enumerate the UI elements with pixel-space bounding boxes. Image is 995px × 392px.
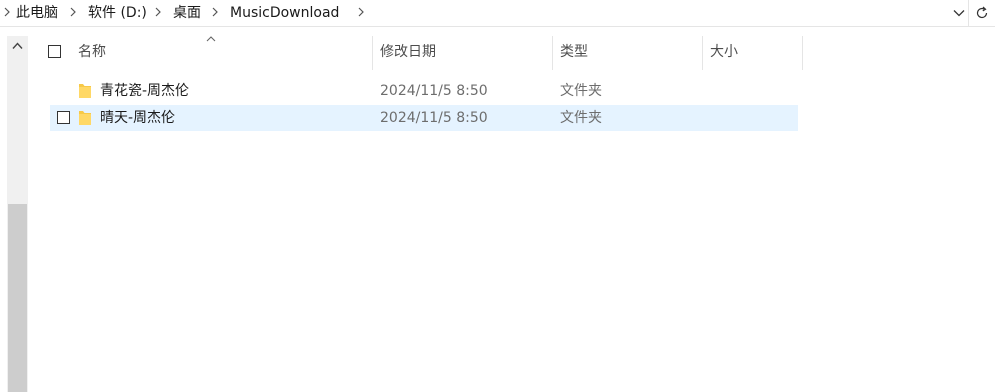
column-divider[interactable]: [702, 36, 703, 70]
file-modified: 2024/11/5 8:50: [380, 83, 488, 99]
scroll-up-button[interactable]: [7, 36, 28, 58]
breadcrumb-desktop[interactable]: 桌面: [173, 0, 201, 26]
refresh-icon: [976, 6, 988, 19]
column-divider[interactable]: [372, 36, 373, 70]
chevron-down-icon: [953, 10, 965, 17]
file-name[interactable]: 青花瓷-周杰伦: [100, 78, 189, 104]
file-name[interactable]: 晴天-周杰伦: [100, 105, 175, 131]
chevron-right-icon[interactable]: [151, 0, 165, 26]
column-header-type[interactable]: 类型: [560, 36, 588, 70]
column-header: 名称 修改日期 类型 大小: [40, 36, 995, 70]
column-divider[interactable]: [802, 36, 803, 70]
row-checkbox[interactable]: [57, 111, 70, 124]
column-header-size[interactable]: 大小: [710, 36, 738, 70]
sort-up-icon: [206, 36, 216, 42]
breadcrumb-this-pc[interactable]: 此电脑: [16, 0, 58, 26]
select-all-checkbox[interactable]: [48, 45, 61, 58]
chevron-right-icon[interactable]: [0, 0, 14, 26]
list-item[interactable]: 晴天-周杰伦 2024/11/5 8:50 文件夹: [50, 105, 798, 131]
scroll-up-icon: [12, 42, 23, 49]
chevron-right-icon[interactable]: [354, 0, 368, 26]
breadcrumb-drive-d[interactable]: 软件 (D:): [88, 0, 147, 26]
address-history-dropdown[interactable]: [949, 0, 969, 26]
breadcrumb-musicdownload[interactable]: MusicDownload: [230, 0, 339, 26]
vertical-scrollbar[interactable]: [7, 36, 28, 392]
scroll-thumb[interactable]: [8, 204, 27, 392]
list-item[interactable]: 青花瓷-周杰伦 2024/11/5 8:50 文件夹: [50, 78, 798, 104]
file-type: 文件夹: [560, 110, 602, 126]
file-modified: 2024/11/5 8:50: [380, 110, 488, 126]
chevron-right-icon[interactable]: [208, 0, 222, 26]
chevron-right-icon[interactable]: [66, 0, 80, 26]
address-bar[interactable]: 此电脑 软件 (D:) 桌面 MusicDownload: [0, 0, 995, 27]
column-header-name[interactable]: 名称: [78, 36, 106, 70]
column-header-modified[interactable]: 修改日期: [380, 36, 436, 70]
folder-icon: [79, 84, 91, 98]
file-type: 文件夹: [560, 83, 602, 99]
column-divider[interactable]: [552, 36, 553, 70]
refresh-button[interactable]: [968, 0, 995, 26]
folder-icon: [79, 111, 91, 125]
